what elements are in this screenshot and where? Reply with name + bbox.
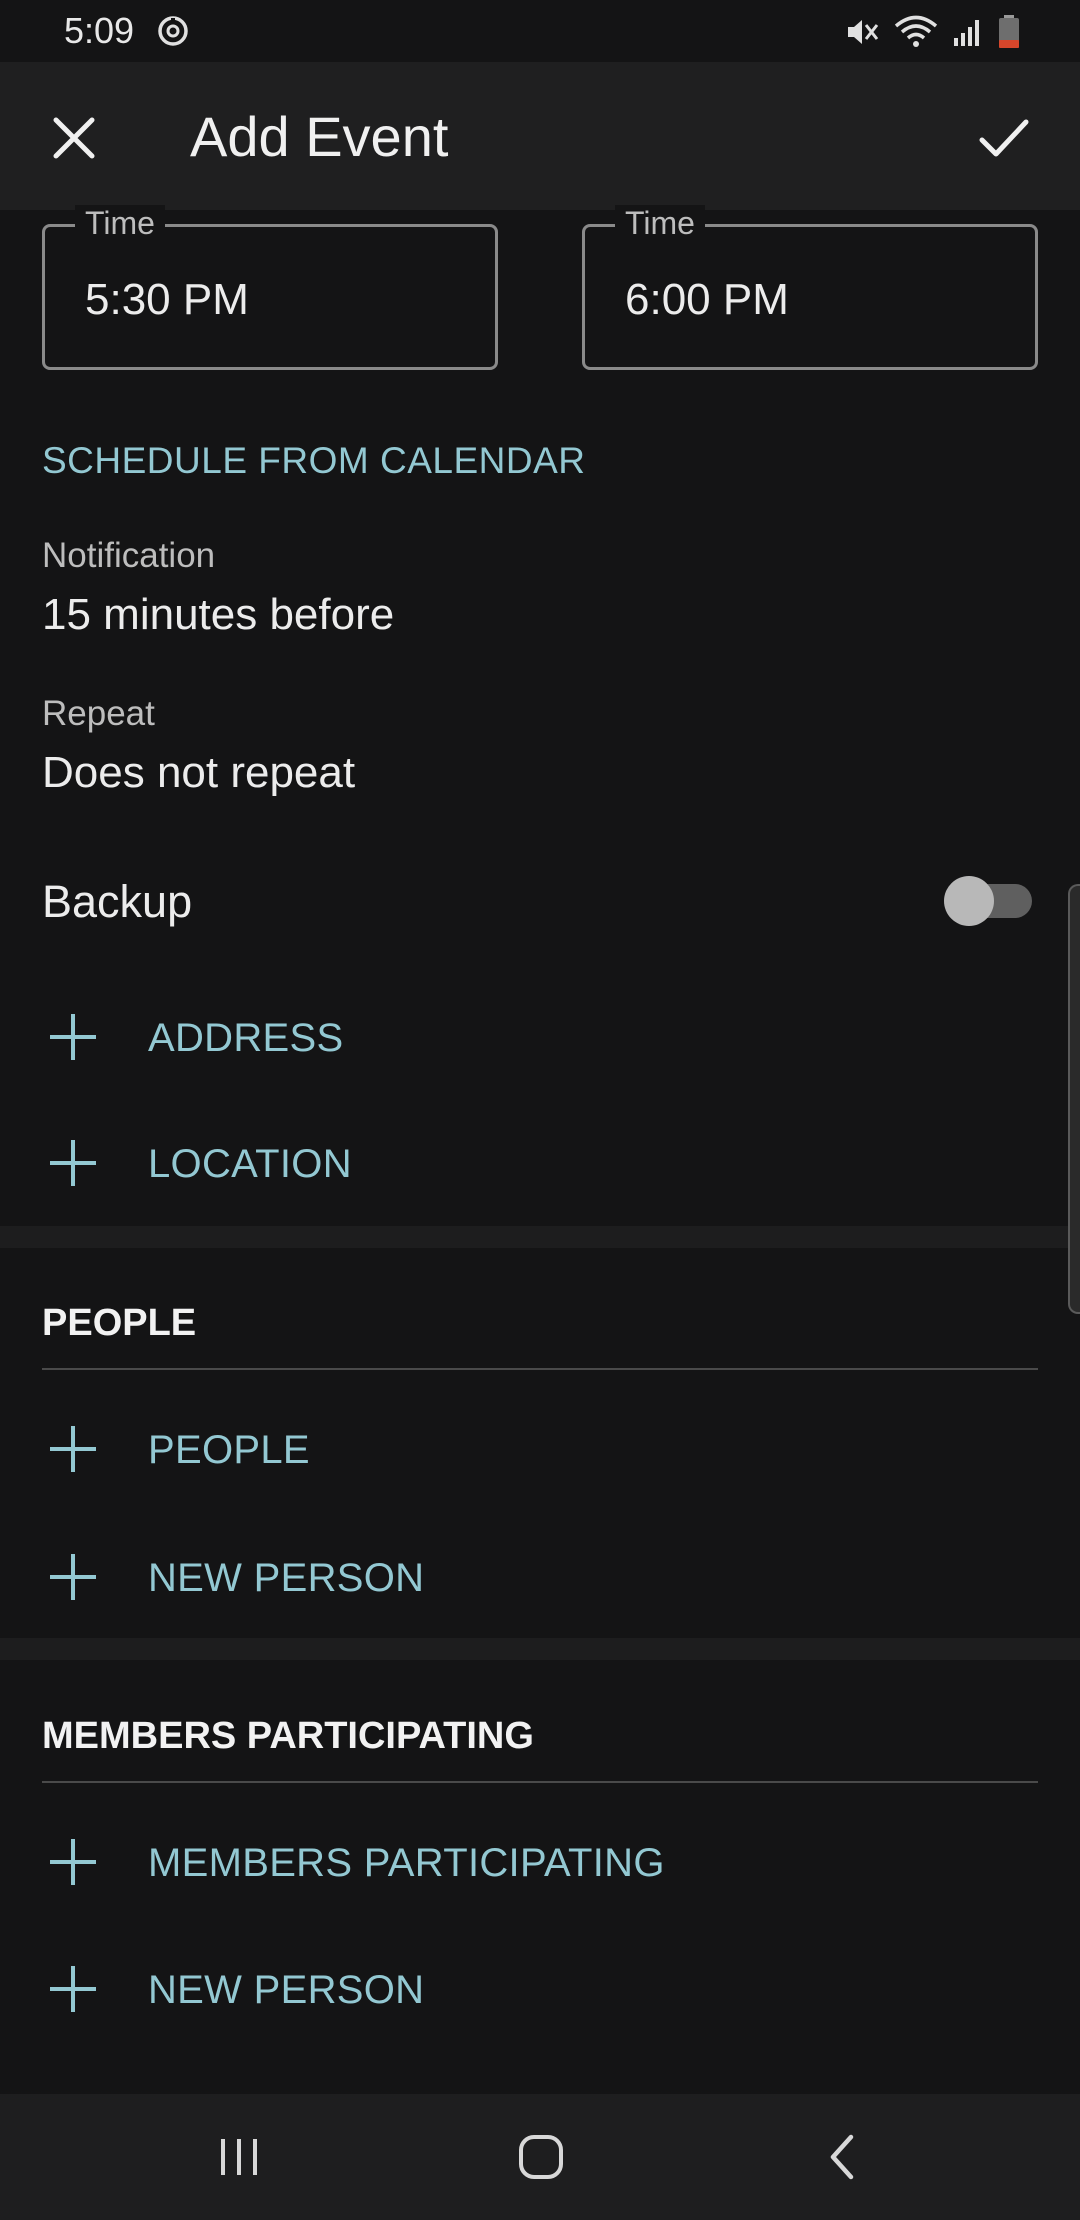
add-new-person-button[interactable]: NEW PERSON bbox=[0, 1522, 1080, 1632]
recent-apps-button[interactable] bbox=[194, 2122, 284, 2192]
add-location-label: LOCATION bbox=[148, 1142, 352, 1186]
notification-value: 15 minutes before bbox=[42, 590, 395, 639]
home-button[interactable] bbox=[496, 2122, 586, 2192]
app-notification-icon bbox=[158, 16, 188, 46]
mute-icon bbox=[848, 20, 879, 44]
battery-icon bbox=[999, 15, 1019, 48]
add-member-new-person-button[interactable]: NEW PERSON bbox=[0, 1934, 1080, 2044]
section-separator bbox=[0, 1638, 1080, 1660]
back-icon bbox=[830, 2134, 854, 2180]
section-separator bbox=[0, 1226, 1080, 1248]
backup-toggle[interactable] bbox=[944, 876, 1034, 926]
new-person-label: NEW PERSON bbox=[148, 1556, 425, 1600]
add-location-button[interactable]: LOCATION bbox=[0, 1108, 1080, 1218]
plus-icon bbox=[48, 1012, 98, 1062]
recent-apps-icon bbox=[221, 2139, 257, 2175]
plus-icon bbox=[48, 1424, 98, 1474]
backup-label: Backup bbox=[42, 876, 193, 927]
close-button[interactable] bbox=[36, 100, 112, 176]
end-time-label: Time bbox=[615, 205, 705, 242]
add-members-label: MEMBERS PARTICIPATING bbox=[148, 1841, 665, 1885]
add-people-button[interactable]: PEOPLE bbox=[0, 1394, 1080, 1504]
add-members-button[interactable]: MEMBERS PARTICIPATING bbox=[0, 1807, 1080, 1917]
signal-icon bbox=[954, 20, 979, 46]
back-button[interactable] bbox=[798, 2122, 888, 2192]
plus-icon bbox=[48, 1138, 98, 1188]
page-title: Add Event bbox=[190, 105, 449, 168]
check-icon bbox=[979, 119, 1029, 157]
repeat-value: Does not repeat bbox=[42, 748, 356, 797]
close-icon bbox=[53, 117, 95, 159]
scrollbar[interactable] bbox=[1068, 884, 1080, 1314]
start-time-value: 5:30 PM bbox=[85, 275, 249, 324]
start-time-field[interactable]: Time 5:30 PM bbox=[42, 205, 498, 370]
status-bar: 5:09 bbox=[0, 0, 1080, 62]
app-bar: Add Event bbox=[0, 62, 1080, 210]
home-icon bbox=[519, 2135, 563, 2179]
toggle-thumb bbox=[944, 876, 994, 926]
notification-label: Notification bbox=[42, 536, 216, 575]
schedule-from-calendar-link[interactable]: SCHEDULE FROM CALENDAR bbox=[42, 440, 585, 482]
end-time-field[interactable]: Time 6:00 PM bbox=[582, 205, 1038, 370]
divider bbox=[42, 1368, 1038, 1370]
add-address-label: ADDRESS bbox=[148, 1016, 344, 1060]
plus-icon bbox=[48, 1552, 98, 1602]
members-section-header: MEMBERS PARTICIPATING bbox=[42, 1715, 534, 1757]
member-new-person-label: NEW PERSON bbox=[148, 1968, 425, 2012]
status-icons bbox=[844, 12, 1020, 52]
navigation-bar bbox=[0, 2094, 1080, 2220]
wifi-icon bbox=[894, 15, 938, 47]
start-time-label: Time bbox=[75, 205, 165, 242]
plus-icon bbox=[48, 1964, 98, 2014]
status-time: 5:09 bbox=[64, 10, 135, 51]
people-section-header: PEOPLE bbox=[42, 1302, 197, 1344]
repeat-label: Repeat bbox=[42, 694, 155, 733]
add-people-label: PEOPLE bbox=[148, 1428, 310, 1472]
plus-icon bbox=[48, 1837, 98, 1887]
end-time-value: 6:00 PM bbox=[625, 275, 789, 324]
add-address-button[interactable]: ADDRESS bbox=[0, 982, 1080, 1092]
divider bbox=[42, 1781, 1038, 1783]
save-button[interactable] bbox=[964, 100, 1044, 176]
